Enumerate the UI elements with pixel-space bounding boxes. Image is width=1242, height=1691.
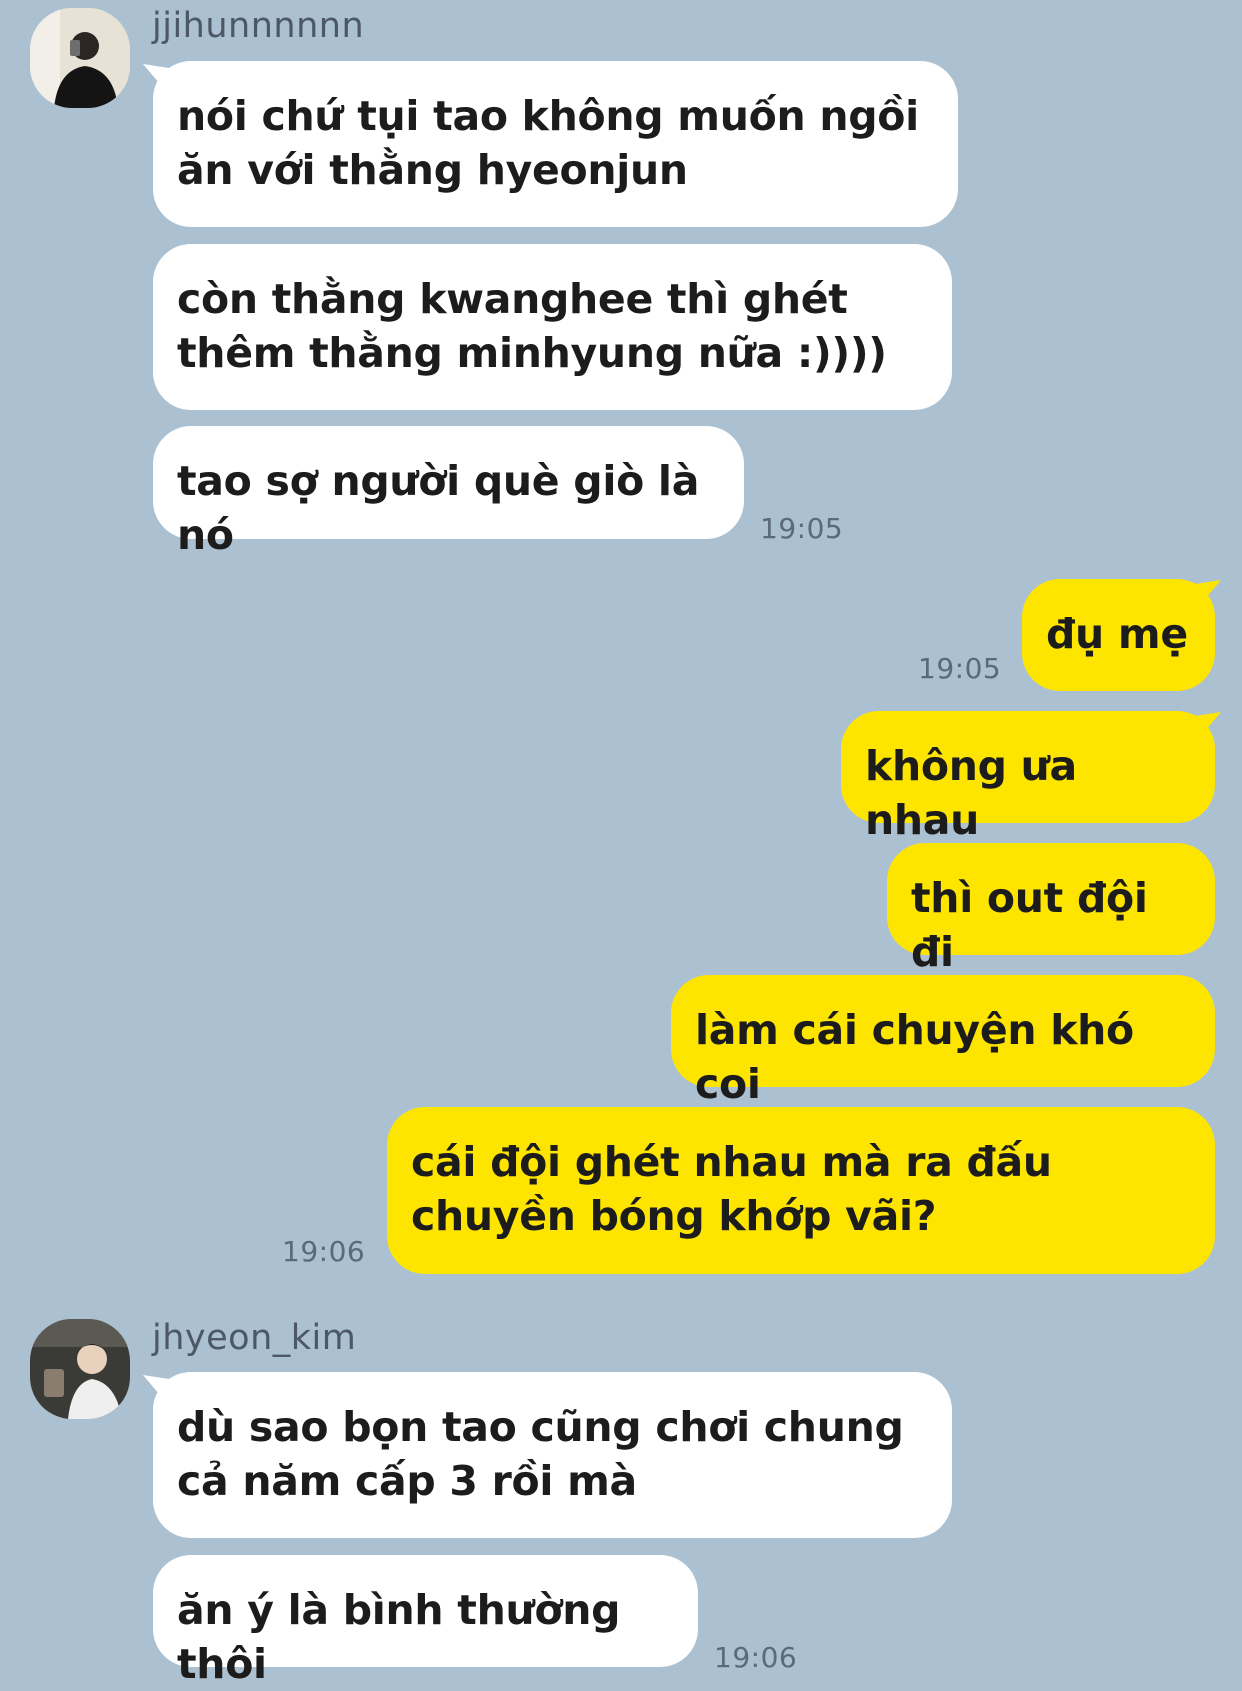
- message-timestamp: 19:05: [760, 512, 844, 545]
- chat-message[interactable]: ăn ý là bình thường thôi: [153, 1555, 698, 1688]
- message-timestamp: 19:05: [918, 652, 1002, 685]
- message-timestamp: 19:06: [282, 1235, 366, 1268]
- chat-message[interactable]: không ưa nhau: [841, 711, 1215, 844]
- sender-name: jhyeon_kim: [152, 1318, 357, 1358]
- chat-message[interactable]: còn thằng kwanghee thì ghét thêm thằng m…: [153, 244, 952, 410]
- chat-message[interactable]: làm cái chuyện khó coi: [671, 975, 1215, 1108]
- chat-message[interactable]: thì out đội đi: [887, 843, 1215, 976]
- chat-message[interactable]: tao sợ người què giò là nó: [153, 426, 744, 559]
- avatar[interactable]: [30, 8, 130, 108]
- profile-photo-icon: [30, 1319, 130, 1419]
- avatar[interactable]: [30, 1319, 130, 1419]
- profile-photo-icon: [30, 8, 130, 108]
- chat-message[interactable]: đụ mẹ: [1022, 579, 1215, 691]
- chat-message[interactable]: dù sao bọn tao cũng chơi chung cả năm cấ…: [153, 1372, 952, 1538]
- sender-name: jjihunnnnnn: [152, 6, 365, 46]
- message-timestamp: 19:06: [714, 1641, 798, 1674]
- chat-message[interactable]: cái đội ghét nhau mà ra đấu chuyền bóng …: [387, 1107, 1215, 1274]
- chat-message[interactable]: nói chứ tụi tao không muốn ngồi ăn với t…: [153, 61, 958, 227]
